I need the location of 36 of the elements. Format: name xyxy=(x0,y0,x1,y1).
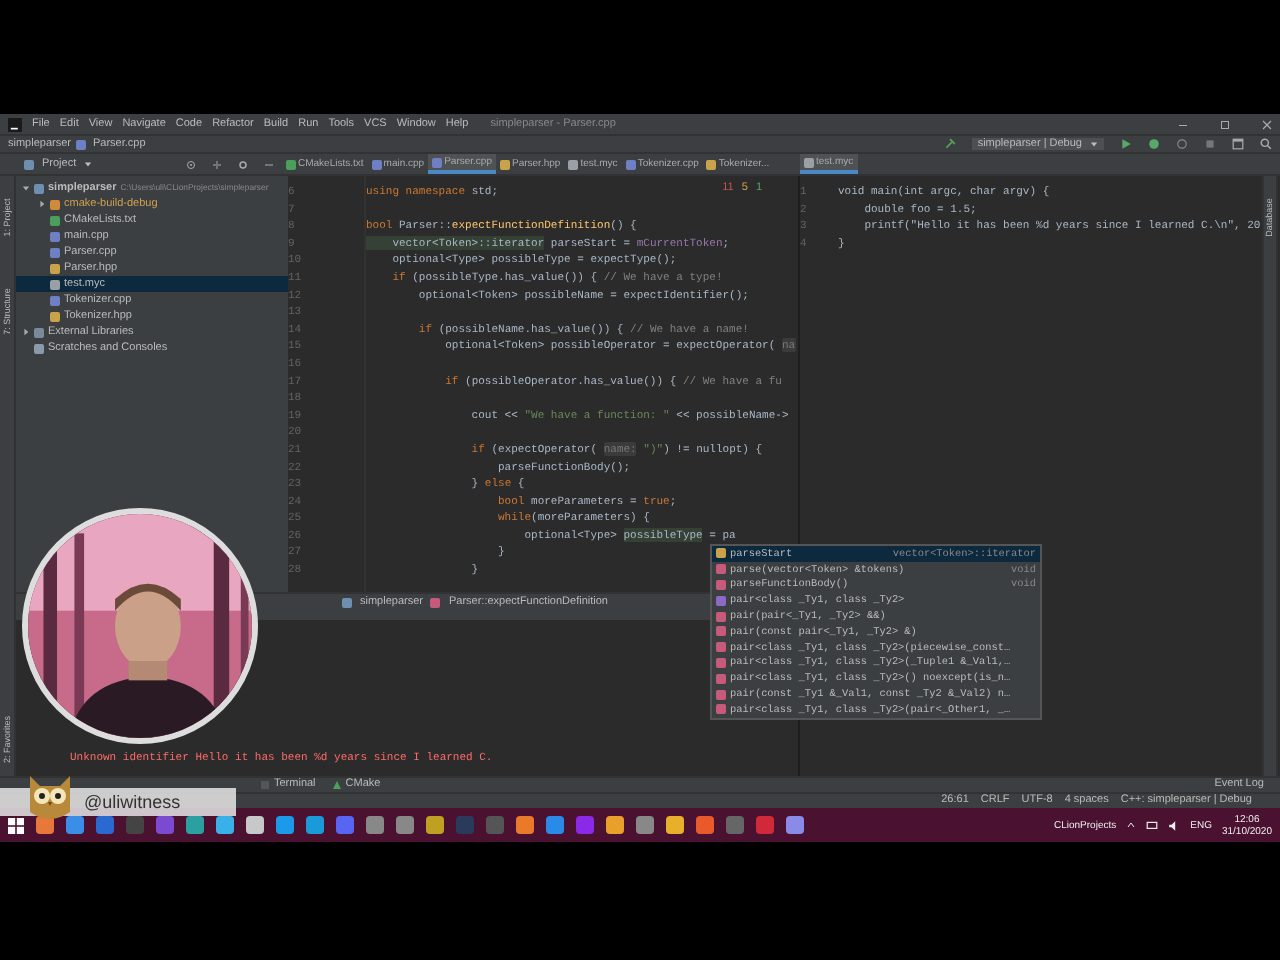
speaker-icon[interactable] xyxy=(1168,819,1181,831)
class-icon xyxy=(716,595,726,606)
folder-icon xyxy=(24,159,34,169)
stop-icon[interactable] xyxy=(1204,138,1216,150)
file-icon xyxy=(804,157,814,167)
expand-arrow-icon[interactable] xyxy=(38,200,46,208)
collapse-arrow-icon[interactable] xyxy=(22,184,30,192)
hammer-icon xyxy=(943,138,956,150)
expand-arrow-icon[interactable] xyxy=(22,328,30,336)
file-icon xyxy=(706,159,717,169)
layout-icon[interactable] xyxy=(1232,138,1244,150)
coverage-icon[interactable] xyxy=(1176,138,1188,150)
terminal-icon xyxy=(260,780,270,790)
settings-icon[interactable] xyxy=(238,159,248,169)
chevron-icon[interactable] xyxy=(1126,820,1137,830)
file-icon xyxy=(500,159,510,169)
file-icon xyxy=(371,159,382,169)
file-icon xyxy=(76,139,87,149)
field-icon xyxy=(716,548,726,559)
network-icon[interactable] xyxy=(1146,819,1159,831)
app-logo-icon xyxy=(8,117,22,131)
debug-icon[interactable] xyxy=(1148,138,1160,150)
close-icon[interactable] xyxy=(1262,119,1272,129)
minimize-icon[interactable] xyxy=(1178,119,1188,129)
file-icon xyxy=(568,159,579,169)
search-icon[interactable] xyxy=(1260,138,1272,150)
caret-icon xyxy=(84,160,93,168)
file-icon xyxy=(625,159,636,169)
maximize-icon[interactable] xyxy=(1220,119,1230,129)
file-icon xyxy=(432,157,443,167)
method-icon xyxy=(430,597,441,607)
target-icon[interactable] xyxy=(186,159,196,169)
windows-logo-icon[interactable] xyxy=(8,817,24,833)
folder-icon xyxy=(342,597,352,607)
stream-handle: @uliwitness xyxy=(84,791,181,813)
caret-icon xyxy=(1090,140,1098,148)
